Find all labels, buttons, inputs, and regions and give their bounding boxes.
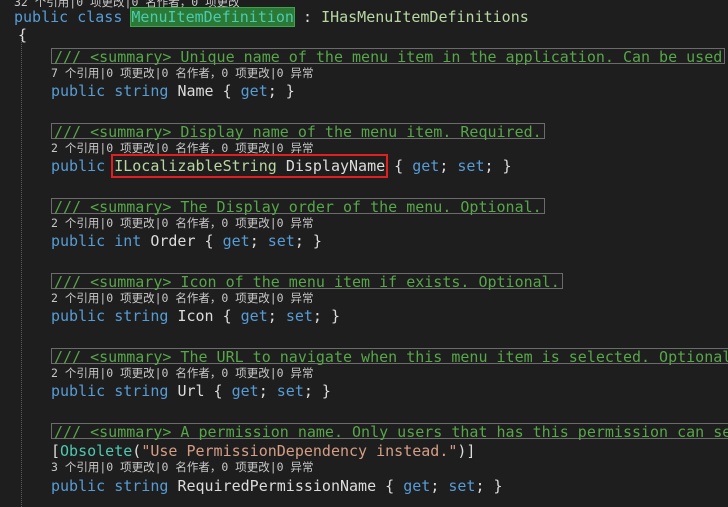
inheritance-colon: : [293, 8, 322, 26]
code-editor[interactable]: 32 个引用|0 项更改|0 名作者，0 项更改 public class Me… [0, 0, 728, 507]
class-name[interactable]: MenuItemDefinition [130, 7, 295, 27]
attribute-message-string: "Use PermissionDependency instead." [141, 442, 458, 460]
class-declaration-line[interactable]: public class MenuItemDefinition : IHasMe… [14, 7, 529, 27]
property-requiredpermission-identifier[interactable]: RequiredPermissionName [177, 477, 376, 495]
keyword-class: class [77, 8, 123, 26]
property-icon-line[interactable]: public string Icon { get; set; } [51, 307, 340, 325]
codelens-displayname[interactable]: 2 个引用|0 项更改|0 名作者，0 项更改|0 异常 [51, 141, 314, 155]
property-url-identifier[interactable]: Url [177, 382, 204, 400]
doc-comment-order[interactable]: /// <summary> The Display order of the m… [51, 198, 545, 216]
highlighted-selection[interactable]: ILocalizableString DisplayName [111, 154, 389, 178]
property-name-line[interactable]: public string Name { get; } [51, 82, 295, 100]
doc-comment-icon[interactable]: /// <summary> Icon of the menu item if e… [51, 273, 563, 291]
property-name-identifier[interactable]: Name [177, 82, 213, 100]
obsolete-attribute-line[interactable]: [Obsolete("Use PermissionDependency inst… [51, 442, 475, 460]
attribute-obsolete[interactable]: Obsolete [60, 442, 132, 460]
property-requiredpermission-line[interactable]: public string RequiredPermissionName { g… [51, 477, 503, 495]
open-brace: { [18, 26, 28, 44]
doc-comment-name[interactable]: /// <summary> Unique name of the menu it… [51, 48, 726, 66]
property-icon-identifier[interactable]: Icon [177, 307, 213, 325]
property-order-line[interactable]: public int Order { get; set; } [51, 232, 322, 250]
property-order-identifier[interactable]: Order [150, 232, 195, 250]
property-url-line[interactable]: public string Url { get; set; } [51, 382, 331, 400]
codelens-url[interactable]: 2 个引用|0 项更改|0 名作者，0 项更改|0 异常 [51, 366, 314, 380]
codelens-order[interactable]: 2 个引用|0 项更改|0 名作者，0 项更改|0 异常 [51, 216, 314, 230]
codelens-name[interactable]: 7 个引用|0 项更改|0 名作者，0 项更改|0 异常 [51, 66, 314, 80]
property-displayname-line[interactable]: public ILocalizableString DisplayName { … [51, 154, 512, 178]
doc-comment-displayname[interactable]: /// <summary> Display name of the menu i… [51, 123, 545, 141]
interface-name[interactable]: IHasMenuItemDefinitions [321, 8, 529, 26]
property-displayname-identifier[interactable]: DisplayName [286, 157, 385, 175]
type-ilocalizablestring[interactable]: ILocalizableString [114, 157, 277, 175]
codelens-requiredpermission[interactable]: 3 个引用|0 项更改|0 名作者，0 项更改|0 异常 [51, 460, 314, 474]
keyword-public: public [14, 8, 69, 26]
codelens-icon[interactable]: 2 个引用|0 项更改|0 名作者，0 项更改|0 异常 [51, 291, 314, 305]
doc-comment-requiredpermission[interactable]: /// <summary> A permission name. Only us… [51, 423, 728, 441]
indent-guide [21, 38, 22, 507]
doc-comment-url[interactable]: /// <summary> The URL to navigate when t… [51, 348, 728, 366]
